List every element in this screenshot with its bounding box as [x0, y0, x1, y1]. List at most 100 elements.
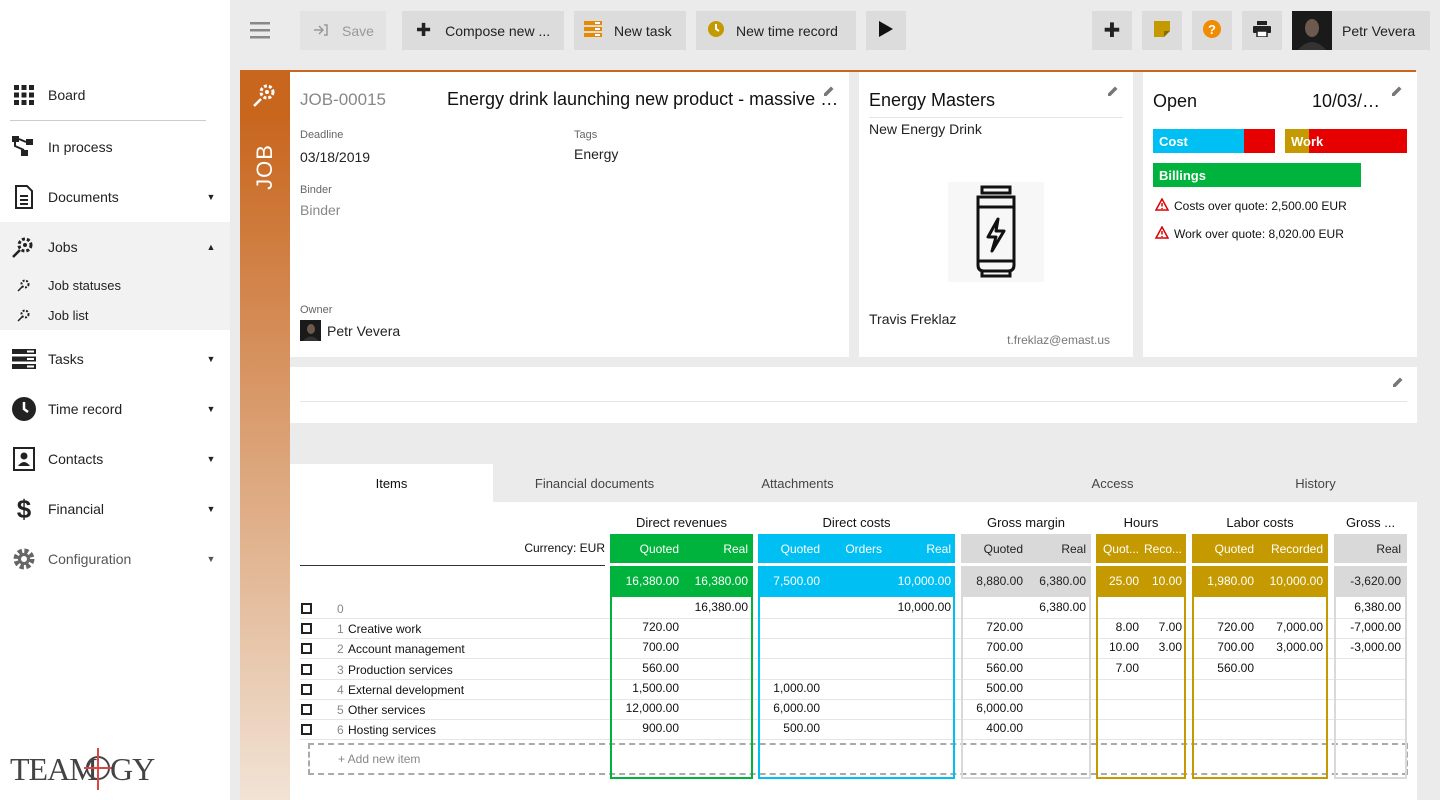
caret-down-icon: ▼: [206, 354, 216, 364]
tab-financial-documents[interactable]: Financial documents: [493, 464, 696, 502]
owner-value: Petr Vevera: [327, 323, 401, 339]
row-name[interactable]: Account management: [348, 642, 465, 656]
sidebar-item-label: Jobs: [48, 239, 78, 255]
owner-label: Owner: [300, 304, 333, 316]
row-number: 1: [337, 622, 344, 637]
sidebar-item-jobs[interactable]: Jobs ▲: [0, 222, 230, 272]
tab-items[interactable]: Items: [290, 464, 493, 502]
caret-down-icon: ▼: [206, 192, 216, 202]
job-state[interactable]: Open: [1153, 91, 1197, 112]
save-button[interactable]: Save: [300, 11, 386, 50]
work-bar: Work: [1285, 129, 1407, 153]
row-number: 2: [337, 642, 344, 657]
group-header-gross-2: Gross ...: [1345, 515, 1396, 530]
user-menu-button[interactable]: Petr Vevera: [1292, 11, 1430, 50]
row-name[interactable]: External development: [348, 683, 464, 697]
sidebar-item-board[interactable]: Board: [0, 70, 230, 120]
col-header[interactable]: Orders: [822, 542, 882, 556]
billings-bar: Billings: [1153, 163, 1361, 187]
total-cell: 10,000.00: [1269, 574, 1323, 588]
sidebar-item-time-record[interactable]: Time record ▼: [0, 384, 230, 434]
row-checkbox[interactable]: [301, 603, 312, 614]
outline-labor: [1192, 597, 1328, 779]
hamburger-menu-icon[interactable]: [250, 20, 270, 43]
new-task-button[interactable]: New task: [574, 11, 686, 50]
plus-icon: ✚: [416, 20, 432, 40]
row-checkbox[interactable]: [301, 724, 312, 736]
warning-icon: [1154, 197, 1170, 214]
row-checkbox[interactable]: [301, 643, 312, 655]
work-warning: Work over quote: 8,020.00 EUR: [1174, 227, 1344, 241]
job-vertical-label: JOB: [252, 144, 278, 190]
clock-icon: [708, 21, 724, 40]
row-checkbox[interactable]: [301, 704, 312, 715]
add-button[interactable]: ✚: [1092, 11, 1132, 50]
notes-button[interactable]: [1142, 11, 1182, 50]
job-date: 10/03/2018: [1312, 91, 1382, 111]
total-cell: 6,380.00: [1039, 574, 1086, 588]
dollar-icon: $: [16, 493, 32, 524]
deadline-value: 03/18/2019: [300, 149, 371, 165]
tags-label: Tags: [574, 129, 598, 141]
row-name[interactable]: Production services: [348, 663, 453, 677]
col-header[interactable]: Recorded: [1256, 542, 1323, 556]
row-number: 3: [337, 662, 344, 677]
col-header[interactable]: Quoted: [758, 542, 820, 556]
divider: [10, 120, 206, 121]
row-checkbox[interactable]: [301, 663, 312, 675]
client-product: New Energy Drink: [869, 121, 982, 137]
row-checkbox[interactable]: [301, 623, 312, 635]
col-header[interactable]: Quoted: [1192, 542, 1254, 556]
outline-hours: [1096, 597, 1186, 779]
divider: [300, 565, 605, 566]
sidebar-subitem-label: Job statuses: [48, 277, 121, 293]
col-header[interactable]: Real: [1334, 542, 1401, 556]
sidebar-item-label: Documents: [48, 189, 119, 205]
col-header[interactable]: Reco...: [1140, 542, 1182, 556]
sidebar-item-tasks[interactable]: Tasks ▼: [0, 334, 230, 384]
col-header[interactable]: Real: [680, 542, 748, 556]
plus-icon: ✚: [1103, 20, 1121, 42]
col-header[interactable]: Real: [1025, 542, 1086, 556]
sidebar-subitem-job-list[interactable]: Job list: [0, 300, 230, 330]
user-name: Petr Vevera: [1342, 22, 1416, 39]
tab-history[interactable]: History: [1214, 464, 1417, 502]
sidebar-item-configuration[interactable]: Configuration ▼: [0, 534, 230, 584]
edit-pencil-icon[interactable]: [823, 85, 835, 100]
print-button[interactable]: [1242, 11, 1282, 50]
row-name[interactable]: Creative work: [348, 622, 421, 636]
col-header[interactable]: Quoted: [961, 542, 1023, 556]
group-header-direct-costs: Direct costs: [822, 515, 891, 530]
contact-email[interactable]: t.freklaz@emast.us: [1007, 333, 1110, 347]
total-cell: 10,000.00: [897, 574, 951, 588]
sidebar-subitem-job-statuses[interactable]: Job statuses: [0, 270, 230, 300]
row-name[interactable]: Other services: [348, 703, 425, 717]
sidebar-item-in-process[interactable]: In process: [0, 122, 230, 172]
total-cell: 16,380.00: [625, 574, 679, 588]
document-icon: [0, 185, 48, 209]
play-button[interactable]: [866, 11, 906, 50]
tab-attachments[interactable]: Attachments: [696, 464, 899, 502]
edit-pencil-icon[interactable]: [1107, 85, 1119, 100]
edit-pencil-icon[interactable]: [1392, 376, 1404, 391]
col-header[interactable]: Real: [884, 542, 951, 556]
new-time-record-button[interactable]: New time record: [696, 11, 856, 50]
jobs-gear-icon: [0, 308, 48, 322]
sidebar-item-contacts[interactable]: Contacts ▼: [0, 434, 230, 484]
help-button[interactable]: ?: [1192, 11, 1232, 50]
row-name[interactable]: Hosting services: [348, 723, 436, 737]
edit-pencil-icon[interactable]: [1391, 85, 1403, 100]
sidebar-item-financial[interactable]: $ Financial ▼: [0, 484, 230, 534]
job-id: JOB-00015: [300, 90, 386, 109]
cost-bar: Cost: [1153, 129, 1275, 153]
clock-icon: [0, 397, 48, 421]
notes-card[interactable]: [290, 367, 1417, 423]
tab-access[interactable]: Access: [1011, 464, 1214, 502]
caret-down-icon: ▼: [206, 404, 216, 414]
col-header[interactable]: Quot...: [1096, 542, 1139, 556]
row-checkbox[interactable]: [301, 683, 312, 695]
job-vertical-band: JOB: [240, 117, 290, 800]
sidebar-item-documents[interactable]: Documents ▼: [0, 172, 230, 222]
col-header[interactable]: Quoted: [610, 542, 679, 556]
compose-new-button[interactable]: ✚ Compose new ...: [402, 11, 564, 50]
